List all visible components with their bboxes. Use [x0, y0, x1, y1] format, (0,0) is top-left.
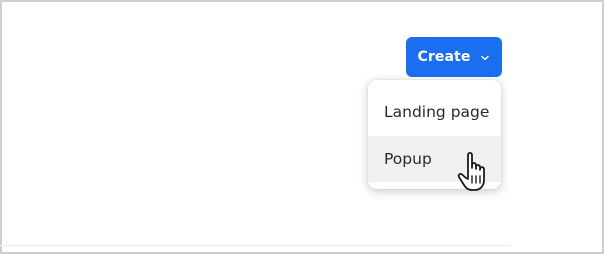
menu-item-popup[interactable]: Popup [368, 136, 501, 182]
create-dropdown-menu: Landing page Popup [368, 80, 501, 189]
menu-item-label: Popup [384, 150, 432, 168]
menu-item-landing-page[interactable]: Landing page [368, 88, 501, 136]
create-button[interactable]: Create [406, 37, 502, 77]
chevron-down-icon [481, 55, 490, 61]
menu-item-label: Landing page [384, 103, 490, 121]
create-button-label: Create [417, 49, 471, 65]
app-frame [0, 0, 604, 254]
divider [0, 245, 510, 246]
